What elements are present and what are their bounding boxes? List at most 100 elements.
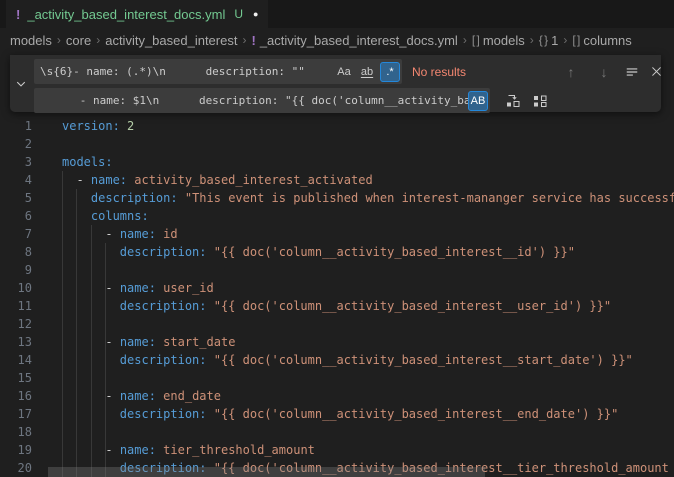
symbol-object-icon: { } [539,33,547,47]
line-number: 1 [0,117,32,135]
close-icon [650,65,663,78]
breadcrumb-item[interactable]: { } 1 [539,33,559,48]
code-text: - name: end_date [62,387,221,405]
breadcrumb-label: models [483,33,525,48]
code-line[interactable]: 19 - name: tier_threshold_amount [0,441,674,459]
previous-match-button[interactable]: ↑ [560,59,582,84]
line-number: 6 [0,207,32,225]
code-line[interactable]: 9 [0,261,674,279]
line-number: 8 [0,243,32,261]
tab-filename: _activity_based_interest_docs.yml [27,7,225,22]
breadcrumb-label: columns [583,33,631,48]
tab-active-yml-file[interactable]: ! _activity_based_interest_docs.yml U ● [6,0,268,28]
line-number: 2 [0,135,32,153]
line-number: 20 [0,459,32,477]
code-text: description: "{{ doc('column__activity_b… [62,351,633,369]
code-line[interactable]: 5 description: "This event is published … [0,189,674,207]
code-line[interactable]: 10 - name: user_id [0,279,674,297]
code-text: description: "{{ doc('column__activity_b… [62,405,618,423]
line-number: 19 [0,441,32,459]
line-number: 11 [0,297,32,315]
breadcrumb-item[interactable]: !_activity_based_interest_docs.yml [251,33,457,48]
replace-input[interactable]: - name: $1\n description: "{{ doc('colum… [34,88,490,113]
find-in-selection-button[interactable] [621,59,643,84]
match-case-button[interactable]: Aa [334,62,354,82]
find-input[interactable]: \s{6}- name: (.*)\n description: "" Aa a… [34,59,402,84]
code-text: columns: [62,207,149,225]
line-number: 7 [0,225,32,243]
code-line[interactable]: 3models: [0,153,674,171]
breadcrumb-item[interactable]: activity_based_interest [105,33,237,48]
code-text: description: "{{ doc('column__activity_b… [62,297,611,315]
breadcrumb-label: 1 [551,33,558,48]
close-find-widget-button[interactable] [645,59,667,84]
chevron-down-icon [15,78,27,90]
line-number: 10 [0,279,32,297]
code-line[interactable]: 12 [0,315,674,333]
code-line[interactable]: 8 description: "{{ doc('column__activity… [0,243,674,261]
whole-word-label: ab [361,66,373,78]
code-text: - name: tier_threshold_amount [62,441,315,459]
line-number: 5 [0,189,32,207]
line-number: 9 [0,261,32,279]
code-text: version: 2 [62,117,134,135]
breadcrumb-label: core [66,33,91,48]
breadcrumb-item[interactable]: [ ] models [472,33,525,48]
code-line[interactable]: 18 [0,423,674,441]
whole-word-button[interactable]: ab [357,62,377,82]
find-results-count: No results [412,59,466,84]
regex-button[interactable]: .* [380,62,400,82]
code-line[interactable]: 1 version: 2 [0,117,674,135]
code-line[interactable]: 15 [0,369,674,387]
replace-icon [505,93,521,109]
line-number: 3 [0,153,32,171]
code-line[interactable]: 6 columns: [0,207,674,225]
line-number: 15 [0,369,32,387]
symbol-array-icon: [ ] [572,33,579,47]
horizontal-scrollbar[interactable] [48,467,485,477]
breadcrumb: models › core › activity_based_interest › !_ac… [0,28,674,52]
breadcrumb-separator: › [563,33,567,47]
line-number: 17 [0,405,32,423]
breadcrumb-item[interactable]: core [66,33,91,48]
breadcrumb-separator: › [242,33,246,47]
breadcrumb-item[interactable]: models [10,33,52,48]
code-text: description: "{{ doc('column__activity_b… [62,243,575,261]
code-line[interactable]: 16 - name: end_date [0,387,674,405]
code-text: - name: id [62,225,178,243]
line-number: 12 [0,315,32,333]
editor-lines: 1 version: 2 23models:4 - name: activity_b… [0,117,674,477]
find-replace-widget: \s{6}- name: (.*)\n description: "" Aa a… [10,55,661,112]
replace-all-icon [532,93,548,109]
line-number: 18 [0,423,32,441]
code-line[interactable]: 11 description: "{{ doc('column__activit… [0,297,674,315]
code-line[interactable]: 13 - name: start_date [0,333,674,351]
yaml-file-icon: ! [16,7,20,22]
breadcrumb-label: models [10,33,52,48]
next-match-button[interactable]: ↓ [593,59,615,84]
code-text: - name: activity_based_interest_activate… [62,171,373,189]
symbol-array-icon: [ ] [472,33,479,47]
selection-lines-icon [625,65,639,79]
code-line[interactable]: 17 description: "{{ doc('column__activit… [0,405,674,423]
replace-input-value: - name: $1\n description: "{{ doc('colum… [40,94,468,107]
replace-all-button[interactable] [529,88,551,113]
code-line[interactable]: 14 description: "{{ doc('column__activit… [0,351,674,369]
code-line[interactable]: 2 [0,135,674,153]
tab-bar: ! _activity_based_interest_docs.yml U ● [0,0,674,28]
replace-button[interactable] [502,88,524,113]
toggle-replace-button[interactable] [10,55,32,112]
breadcrumb-separator: › [57,33,61,47]
line-number: 14 [0,351,32,369]
unsaved-changes-dot[interactable]: ● [253,9,258,19]
breadcrumb-item[interactable]: [ ] columns [572,33,631,48]
breadcrumb-label: _activity_based_interest_docs.yml [260,33,458,48]
breadcrumb-separator: › [96,33,100,47]
breadcrumb-separator: › [463,33,467,47]
line-number: 4 [0,171,32,189]
line-number: 13 [0,333,32,351]
code-text: - name: start_date [62,333,235,351]
code-line[interactable]: 4 - name: activity_based_interest_activa… [0,171,674,189]
preserve-case-button[interactable]: AB [468,91,488,111]
code-line[interactable]: 7 - name: id [0,225,674,243]
